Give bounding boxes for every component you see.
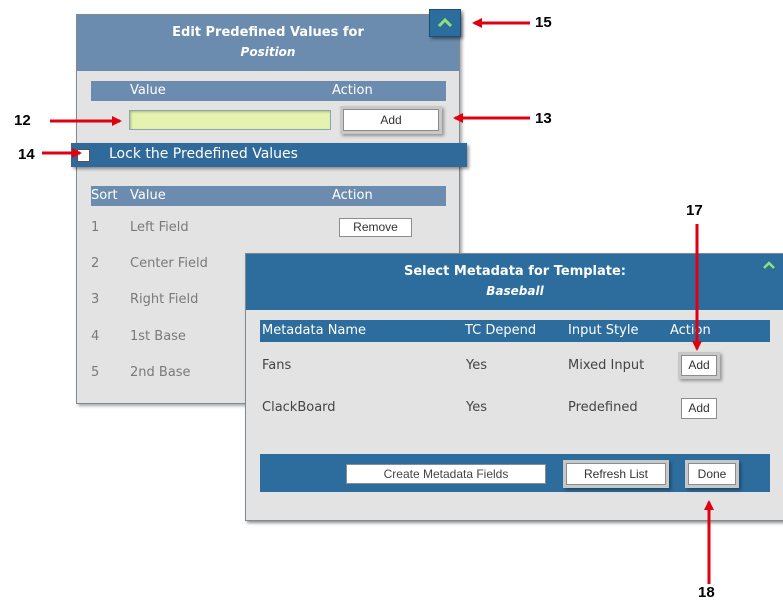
callout-18: 18 [698, 584, 715, 601]
callout-13: 13 [535, 110, 552, 127]
callout-14: 14 [18, 146, 35, 163]
callout-15: 15 [535, 14, 552, 31]
callout-arrows [42, 18, 714, 584]
callout-12: 12 [14, 112, 31, 129]
callout-17: 17 [686, 202, 703, 219]
